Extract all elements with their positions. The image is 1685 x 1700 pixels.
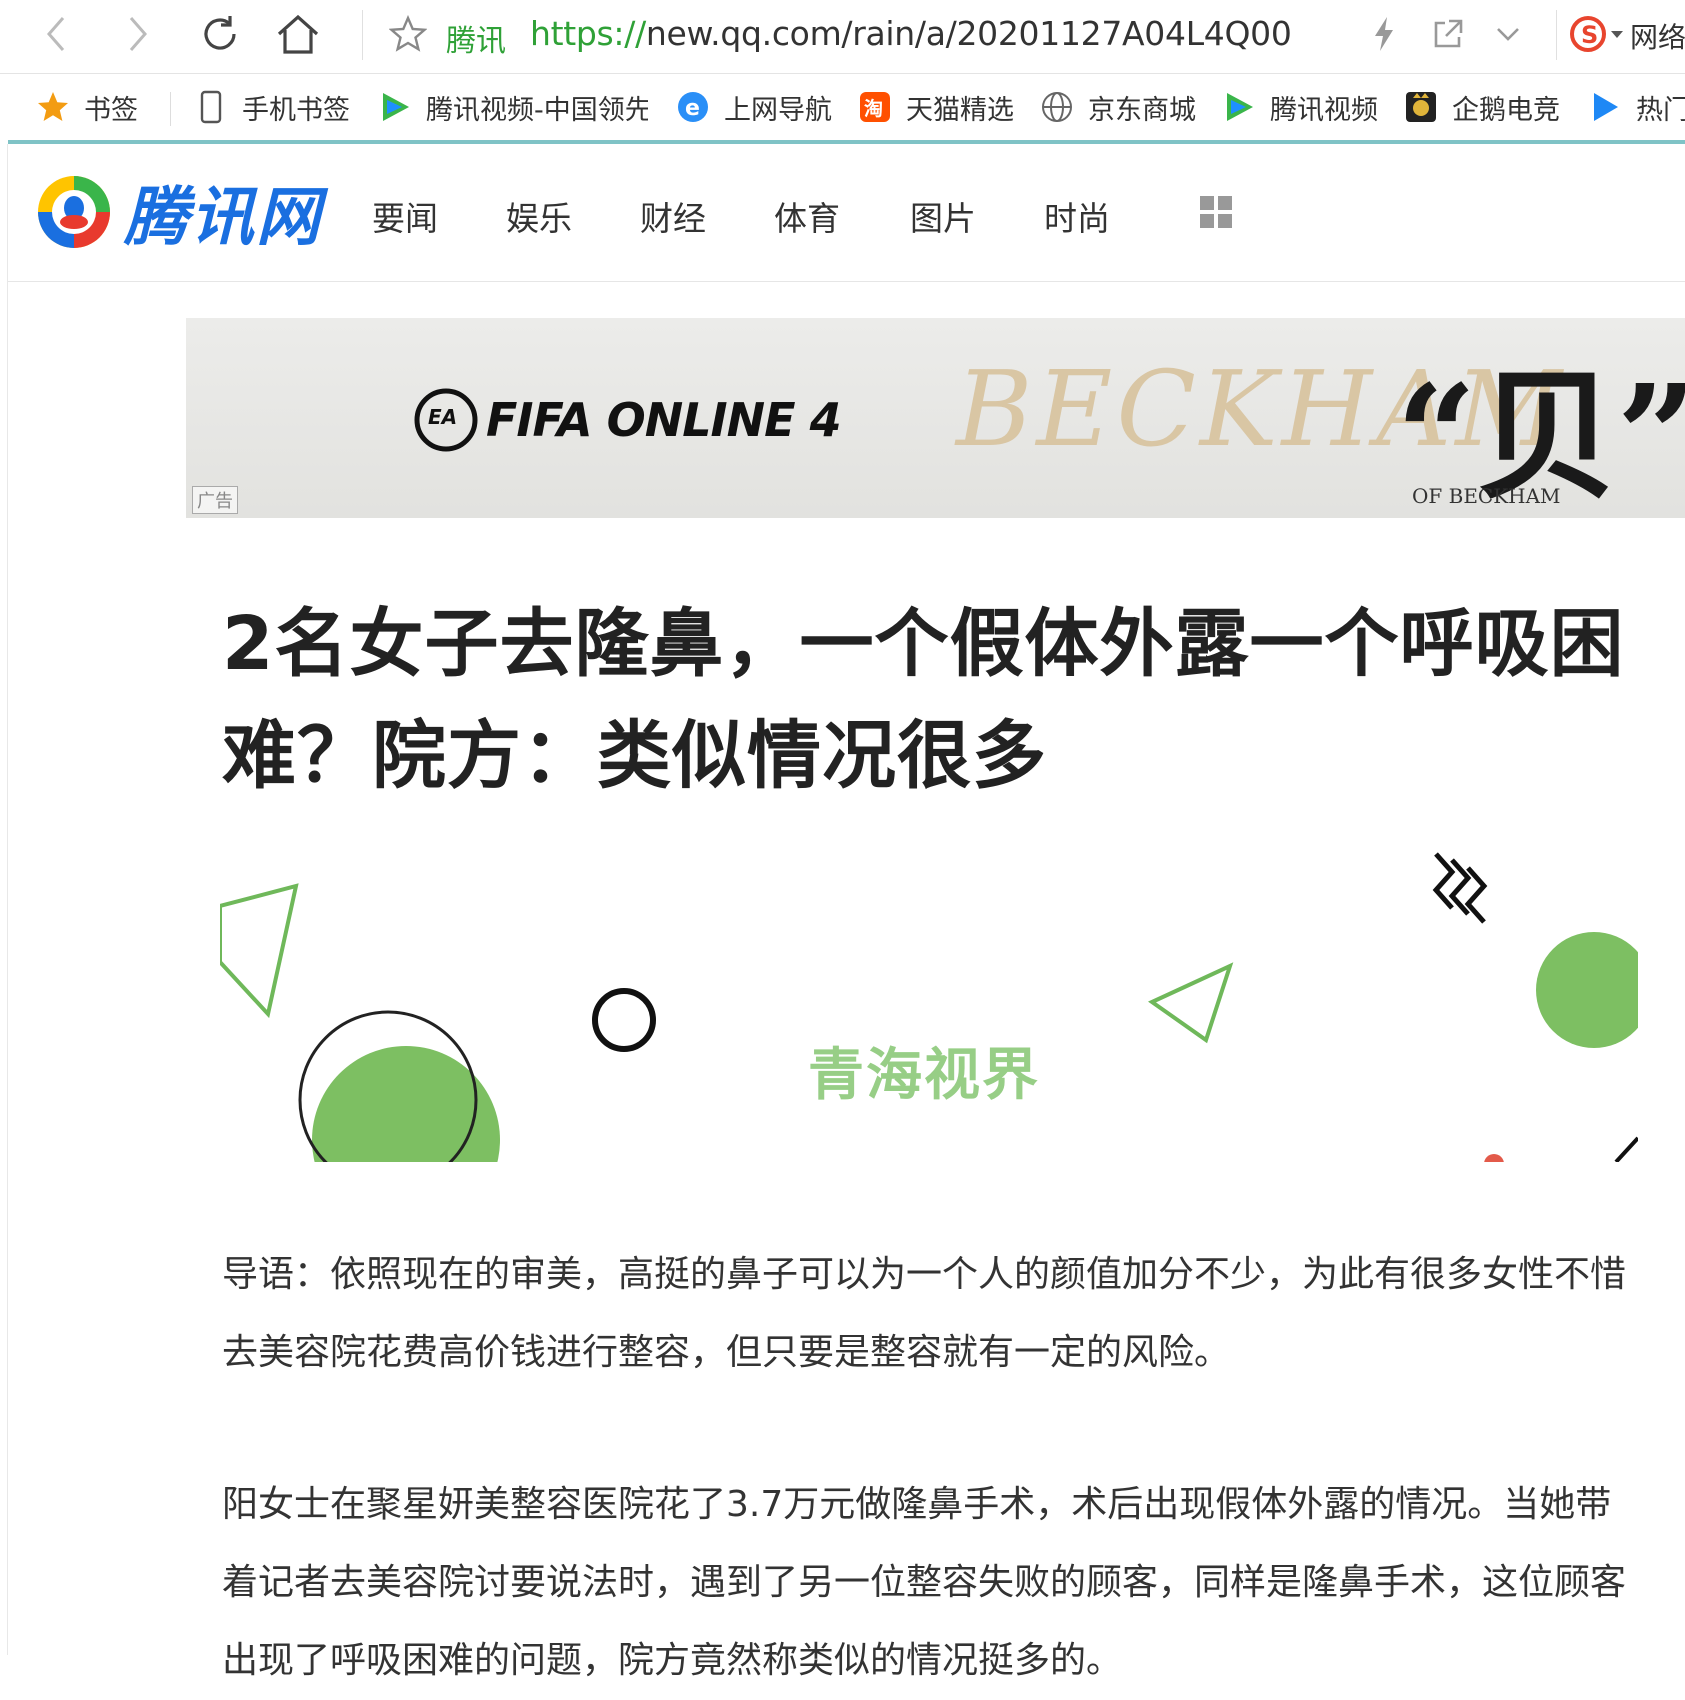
page-left-border [7, 144, 8, 1655]
bookmark-divider [170, 92, 171, 126]
article-paragraph: 阳女士在聚星妍美整容医院花了3.7万元做隆鼻手术，术后出现假体外露的情况。当她带… [222, 1484, 1627, 1681]
ie-icon: e [676, 90, 710, 124]
ea-sports-logo-icon: EA [414, 388, 478, 452]
ad-label: 广告 [192, 486, 238, 514]
svg-text:淘: 淘 [864, 97, 883, 120]
bookmark-item-navigation[interactable]: e 上网导航 [676, 87, 832, 127]
figure-watermark-text: 青海视界 [808, 1042, 1040, 1108]
nav-item-fashion[interactable]: 时尚 [1044, 192, 1110, 240]
chevron-down-icon [1497, 28, 1519, 41]
bookmark-label: 书签 [84, 94, 138, 126]
ad-subline: OF BECKHAM [1412, 484, 1561, 508]
address-dropdown-button[interactable] [1480, 6, 1536, 62]
browser-toolbar: 腾讯 https://new.qq.com/rain/a/20201127A04… [0, 0, 1685, 74]
nav-item-sports[interactable]: 体育 [774, 192, 840, 240]
phone-icon [194, 90, 228, 124]
tencent-logo-icon [38, 176, 110, 248]
toolbar-divider [1556, 10, 1557, 60]
bookmark-label: 天猫精选 [906, 94, 1014, 126]
bookmark-item-esports[interactable]: 企鹅电竞 [1404, 87, 1560, 127]
bookmark-label: 腾讯视频 [1270, 94, 1378, 126]
nav-item-finance[interactable]: 财经 [640, 192, 706, 240]
bookmark-label: 腾讯视频-中国领先 [426, 94, 648, 126]
sogou-search-icon: S [1570, 16, 1623, 52]
bookmark-label: 京东商城 [1088, 94, 1196, 126]
article-title: 2名女子去隆鼻，一个假体外露一个呼吸困难？院方：类似情况很多 [222, 601, 1625, 799]
ad-product-name: FIFA ONLINE 4 [486, 393, 842, 447]
home-icon [277, 14, 319, 54]
bookmark-item-mobile[interactable]: 手机书签 [194, 87, 350, 127]
url-path: new.qq.com/rain/a/20201127A04L4Q00 [645, 14, 1292, 53]
tencent-video-icon [378, 90, 412, 124]
ad-banner[interactable]: EA FIFA ONLINE 4 BECKHAM “贝”影 OF BECKHAM… [186, 318, 1685, 518]
bookmark-item-tencent-video-china[interactable]: 腾讯视频-中国领先 [378, 87, 648, 127]
site-identity-label: 腾讯 [446, 24, 506, 59]
bookmark-label: 企鹅电竞 [1452, 94, 1560, 126]
bookmark-star-button[interactable] [380, 6, 436, 62]
taobao-icon: 淘 [858, 90, 892, 124]
address-bar[interactable]: https://new.qq.com/rain/a/20201127A04L4Q… [530, 14, 1292, 53]
reload-icon [204, 16, 236, 50]
bookmark-label: 手机书签 [242, 94, 350, 126]
back-button[interactable] [28, 6, 84, 62]
forward-button[interactable] [110, 6, 166, 62]
nav-item-entertainment[interactable]: 娱乐 [506, 192, 572, 240]
svg-text:S: S [1581, 21, 1598, 49]
svg-text:EA: EA [428, 405, 457, 429]
bookmarks-bar: 书签 手机书签 腾讯视频-中国领先 e 上网导航 淘 天猫精选 京东商城 腾讯视… [0, 74, 1685, 140]
nav-item-pictures[interactable]: 图片 [910, 192, 976, 240]
bookmark-item-tmall[interactable]: 淘 天猫精选 [858, 87, 1014, 127]
share-button[interactable] [1420, 6, 1476, 62]
ad-fifa-logo: EA FIFA ONLINE 4 [414, 388, 842, 452]
bookmark-item-bookmarks[interactable]: 书签 [36, 87, 138, 127]
site-header: 腾讯网 要闻 娱乐 财经 体育 图片 时尚 [8, 144, 1685, 282]
article-figure: 青海视界 [220, 850, 1638, 1162]
site-logo-text: 腾讯网 [124, 181, 322, 255]
svg-text:e: e [685, 96, 700, 121]
search-engine-button[interactable]: S [1566, 6, 1630, 62]
tencent-video-icon [1222, 90, 1256, 124]
home-button[interactable] [270, 6, 326, 62]
bookmark-label: 热门 [1636, 94, 1685, 126]
esports-icon [1404, 90, 1438, 124]
article-paragraph-lead: 导语：依照现在的审美，高挺的鼻子可以为一个人的颜值加分不少，为此有很多女性不惜去… [222, 1254, 1627, 1373]
site-logo[interactable]: 腾讯网 [34, 166, 322, 258]
play-icon [1588, 90, 1622, 124]
globe-icon [1040, 90, 1074, 124]
reload-button[interactable] [192, 6, 248, 62]
more-menu-grid-icon[interactable] [1200, 196, 1232, 228]
toolbar-divider [362, 10, 363, 60]
bookmark-label: 上网导航 [724, 94, 832, 126]
chevron-left-icon [47, 17, 65, 51]
bookmark-item-hot[interactable]: 热门 [1588, 87, 1685, 127]
lightning-icon [1375, 17, 1393, 51]
nav-item-news[interactable]: 要闻 [372, 192, 438, 240]
chevron-right-icon [129, 17, 147, 51]
share-icon [1434, 19, 1463, 48]
star-icon [36, 90, 70, 124]
search-extension-label[interactable]: 网络 [1630, 16, 1685, 56]
url-protocol: https:// [530, 14, 646, 53]
decorative-shapes-graphic [220, 852, 1638, 1162]
bookmark-item-jd[interactable]: 京东商城 [1040, 87, 1196, 127]
star-outline-icon [389, 15, 427, 52]
bookmark-item-tencent-video[interactable]: 腾讯视频 [1222, 87, 1378, 127]
speed-mode-button[interactable] [1356, 6, 1412, 62]
